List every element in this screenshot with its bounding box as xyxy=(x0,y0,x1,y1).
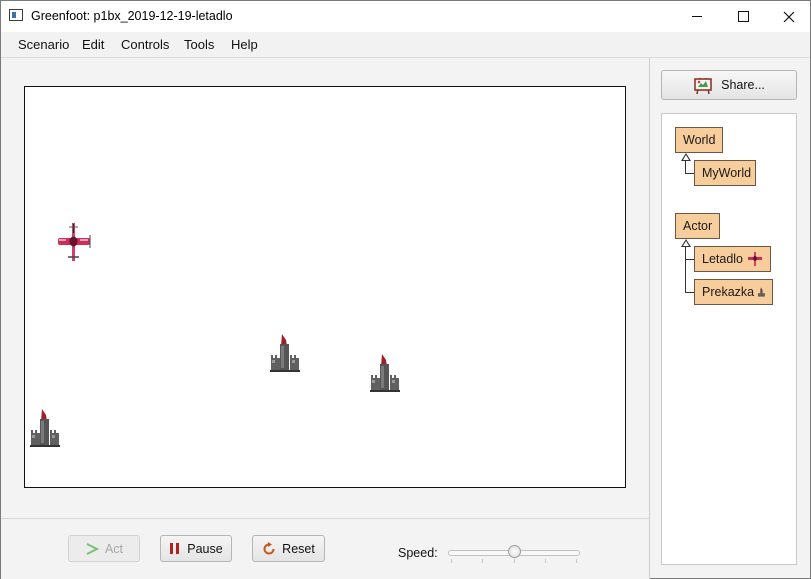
reset-icon xyxy=(263,541,275,554)
airplane-icon xyxy=(748,252,763,266)
class-prekazka-label: Prekazka xyxy=(702,285,755,299)
close-button[interactable] xyxy=(766,1,811,32)
share-label: Share... xyxy=(721,78,765,92)
minimize-icon xyxy=(692,16,702,17)
tree-connector xyxy=(685,173,694,174)
speed-slider-tick xyxy=(482,559,483,563)
menu-scenario[interactable]: Scenario xyxy=(18,37,69,52)
speed-slider-tick xyxy=(576,559,577,563)
speed-label: Speed: xyxy=(398,546,438,560)
menu-bar: Scenario Edit Controls Tools Help xyxy=(1,32,810,58)
class-prekazka[interactable]: Prekazka xyxy=(694,279,773,305)
tower-icon xyxy=(370,354,400,392)
window-title: Greenfoot: p1bx_2019-12-19-letadlo xyxy=(31,9,233,23)
class-diagram: World MyWorld Actor Letadlo Prekazka xyxy=(661,113,797,565)
tower-icon xyxy=(30,409,60,447)
class-letadlo-label: Letadlo xyxy=(702,252,744,266)
tower-icon xyxy=(270,334,300,372)
act-label: Act xyxy=(104,541,124,556)
speed-slider-tick xyxy=(451,559,452,563)
pause-icon xyxy=(170,543,180,554)
share-easel-icon xyxy=(694,77,712,95)
menu-edit[interactable]: Edit xyxy=(82,37,104,52)
speed-slider-tick xyxy=(514,559,515,563)
speed-slider-tick xyxy=(545,559,546,563)
maximize-button[interactable] xyxy=(720,1,766,32)
reset-label: Reset xyxy=(282,541,315,556)
act-arrow-icon xyxy=(86,542,99,555)
title-bar: Greenfoot: p1bx_2019-12-19-letadlo xyxy=(1,1,810,32)
menu-controls[interactable]: Controls xyxy=(121,37,169,52)
act-button[interactable]: Act xyxy=(68,535,140,562)
pause-label: Pause xyxy=(187,541,223,556)
tree-connector xyxy=(685,247,686,293)
menu-tools[interactable]: Tools xyxy=(184,37,214,52)
airplane-icon xyxy=(58,223,91,261)
class-myworld-label: MyWorld xyxy=(702,166,752,180)
tree-connector xyxy=(685,292,694,293)
execution-controls: Act Pause Reset Speed: xyxy=(1,518,650,579)
class-actor[interactable]: Actor xyxy=(675,213,720,239)
class-world[interactable]: World xyxy=(675,127,723,153)
tower-icon xyxy=(758,287,765,297)
letadlo-actor[interactable] xyxy=(56,221,92,263)
greenfoot-window: Greenfoot: p1bx_2019-12-19-letadlo Scena… xyxy=(0,0,811,579)
class-myworld[interactable]: MyWorld xyxy=(694,160,756,186)
tree-connector xyxy=(685,259,694,260)
share-button[interactable]: Share... xyxy=(661,70,797,100)
pause-button[interactable]: Pause xyxy=(160,535,232,562)
class-letadlo[interactable]: Letadlo xyxy=(694,246,771,272)
menu-help[interactable]: Help xyxy=(231,37,258,52)
class-actor-label: Actor xyxy=(683,219,713,233)
prekazka-actor[interactable] xyxy=(270,332,300,374)
prekazka-actor[interactable] xyxy=(370,352,400,394)
prekazka-actor[interactable] xyxy=(30,407,60,449)
close-icon xyxy=(783,11,795,22)
minimize-button[interactable] xyxy=(674,1,720,32)
speed-slider-thumb[interactable] xyxy=(508,545,521,558)
inheritance-arrow-icon xyxy=(681,239,691,247)
inheritance-arrow-icon xyxy=(681,153,691,161)
right-panel: Share... World MyWorld Actor Letadlo Pre… xyxy=(650,58,810,578)
maximize-icon xyxy=(737,11,749,22)
world-canvas[interactable] xyxy=(24,86,626,488)
world-area xyxy=(1,58,650,518)
class-world-label: World xyxy=(683,133,716,147)
reset-button[interactable]: Reset xyxy=(252,535,325,562)
greenfoot-app-icon xyxy=(9,9,23,21)
